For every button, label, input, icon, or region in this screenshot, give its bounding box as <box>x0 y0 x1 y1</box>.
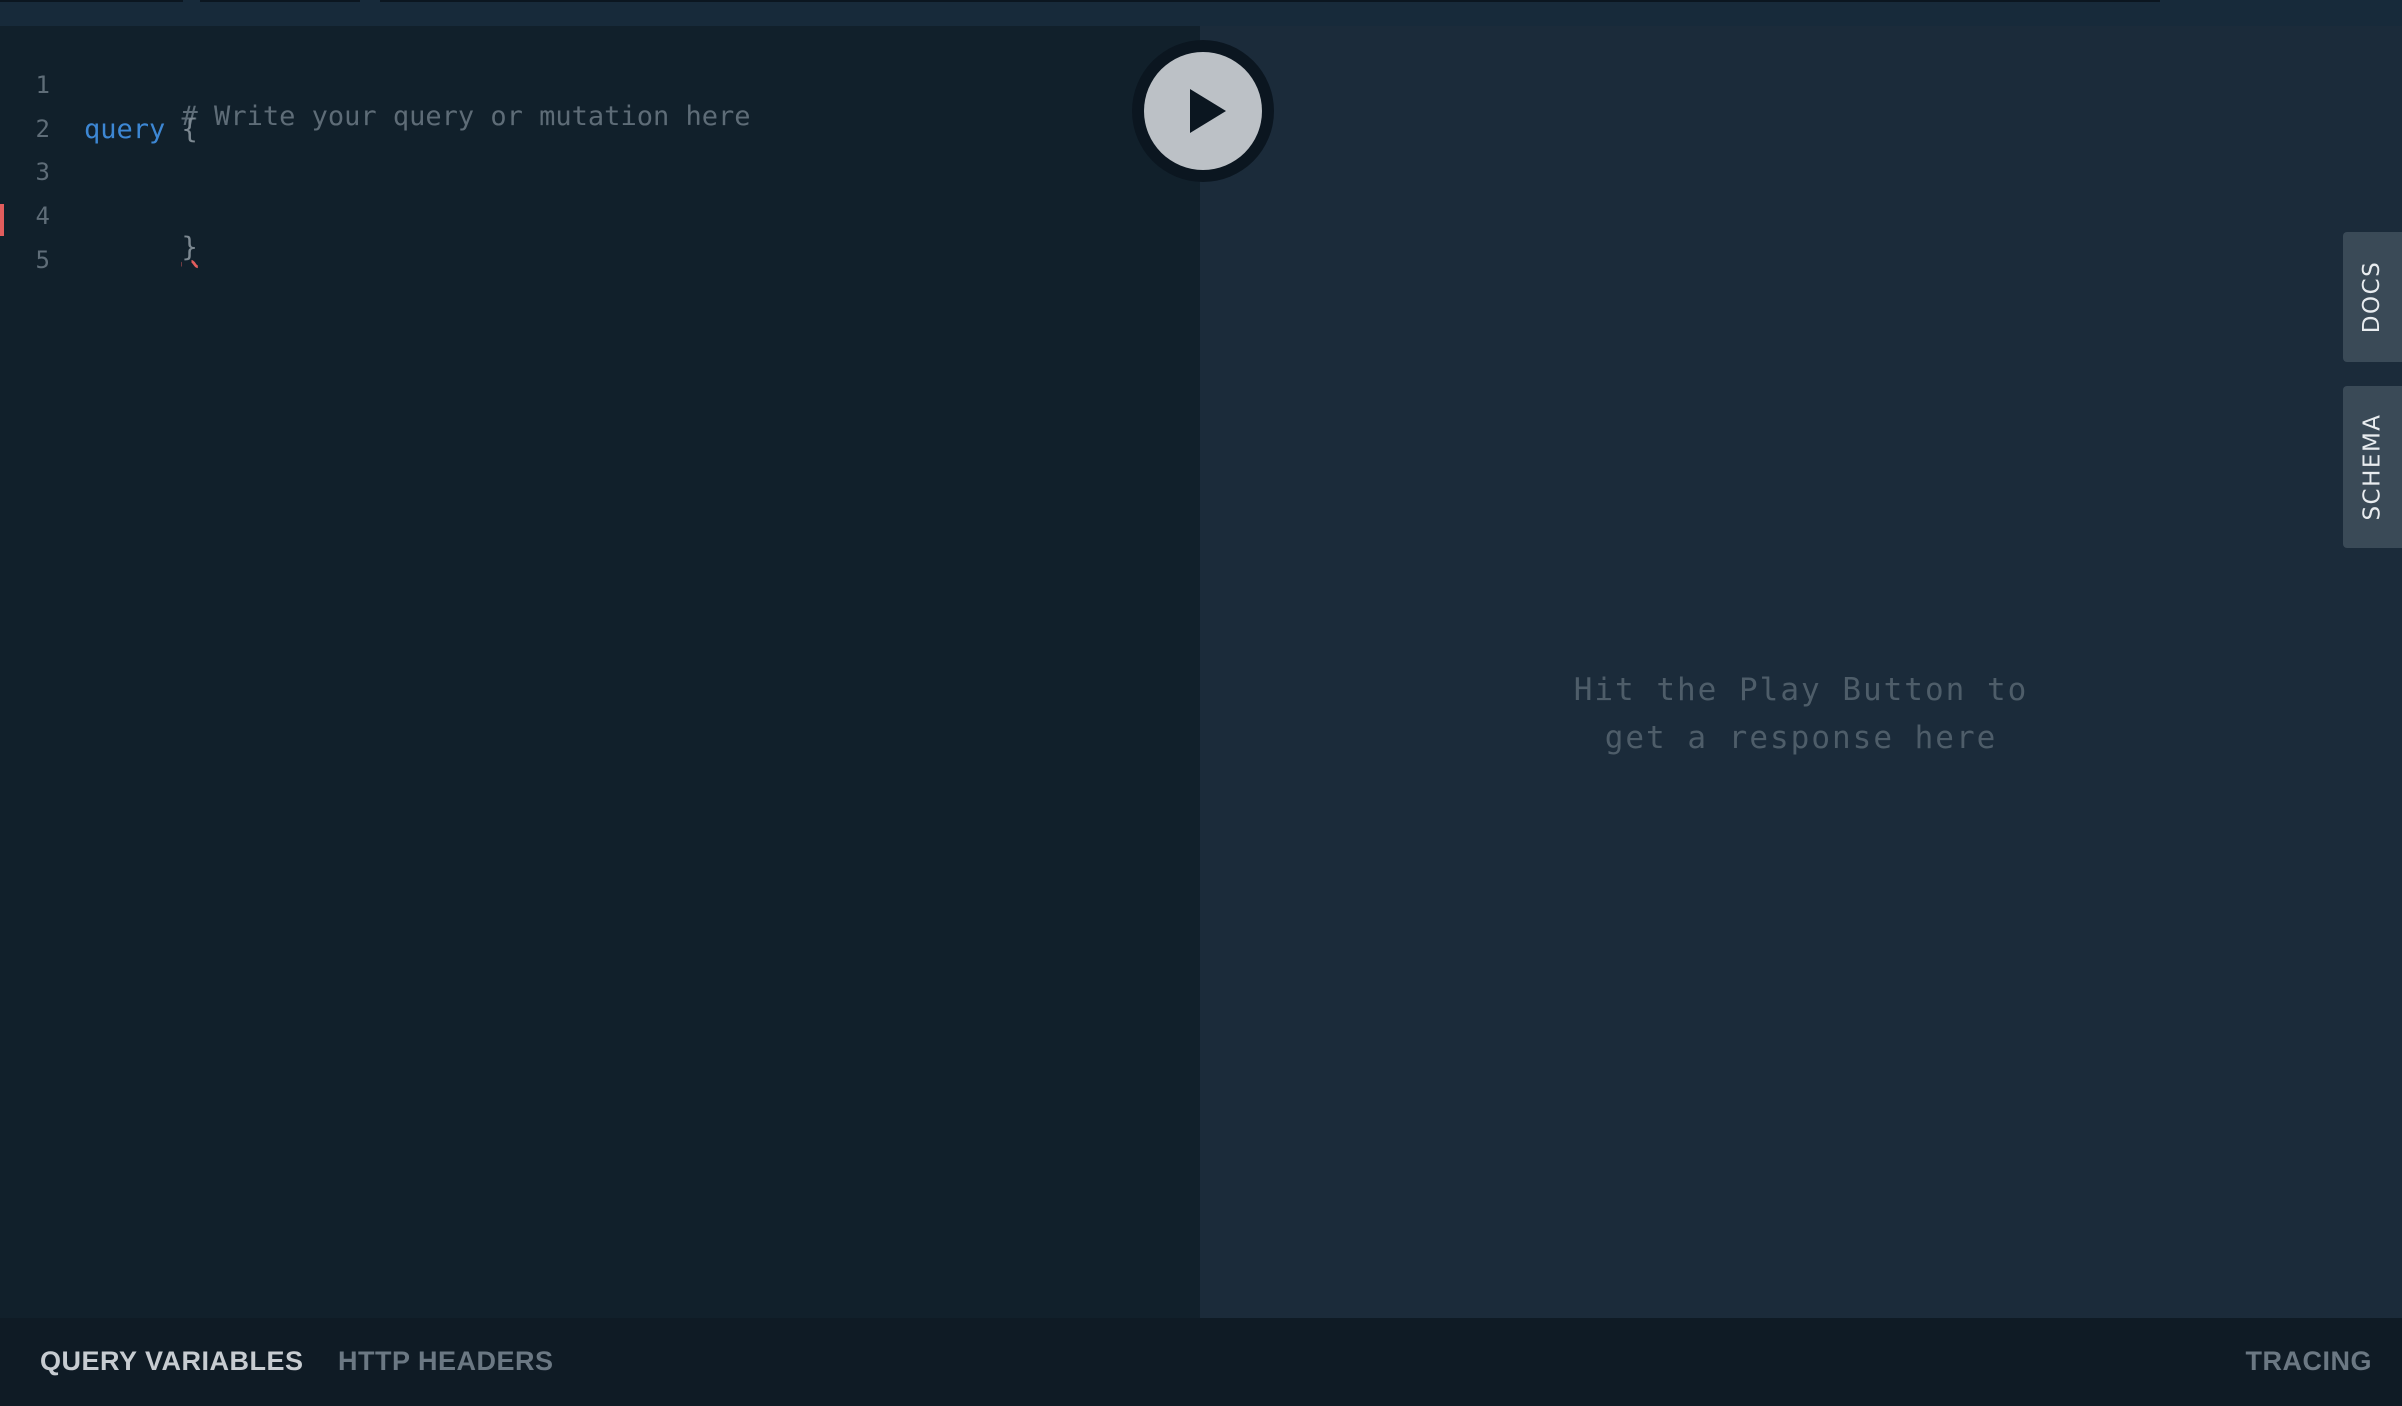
tab-bar-divider <box>380 0 2160 2</box>
code-line-query: query { <box>84 114 198 145</box>
placeholder-line: get a response here <box>1604 720 1998 756</box>
line-number: 4 <box>35 202 50 230</box>
tab-bar-divider <box>0 0 183 2</box>
play-icon <box>1190 89 1226 133</box>
tab-tracing[interactable]: TRACING <box>2246 1346 2373 1377</box>
close-brace-error: } <box>181 232 198 263</box>
execute-query-button[interactable] <box>1144 52 1262 170</box>
comment-token: # Write your query or mutation here <box>181 101 751 132</box>
query-editor[interactable]: 1 2 3 4 5 # Write your query or mutation… <box>0 26 1200 1318</box>
tab-schema-label: SCHEMA <box>2359 413 2386 521</box>
code-line-close: } <box>84 201 198 294</box>
tab-docs-label: DOCS <box>2359 260 2386 334</box>
line-number: 5 <box>35 246 50 274</box>
result-placeholder: Hit the Play Button to get a response he… <box>1200 666 2402 762</box>
line-number: 1 <box>35 71 50 99</box>
query-keyword: query <box>84 114 166 145</box>
tab-schema[interactable]: SCHEMA <box>2343 386 2402 548</box>
tab-bar-divider <box>200 0 360 2</box>
tab-http-headers[interactable]: HTTP HEADERS <box>338 1346 554 1377</box>
line-number-gutter: 1 2 3 4 5 <box>0 26 70 1318</box>
placeholder-line: Hit the Play Button to <box>1573 672 2029 708</box>
open-brace: { <box>181 114 198 145</box>
tab-docs[interactable]: DOCS <box>2343 232 2402 362</box>
line-number: 2 <box>35 115 50 143</box>
graphql-playground: 1 2 3 4 5 # Write your query or mutation… <box>0 0 2402 1406</box>
tab-query-variables[interactable]: QUERY VARIABLES <box>40 1346 304 1377</box>
result-panel: Hit the Play Button to get a response he… <box>1200 26 2402 1318</box>
tab-bar <box>0 0 2402 26</box>
bottom-bar: QUERY VARIABLES HTTP HEADERS TRACING <box>0 1318 2402 1406</box>
line-number: 3 <box>35 158 50 186</box>
